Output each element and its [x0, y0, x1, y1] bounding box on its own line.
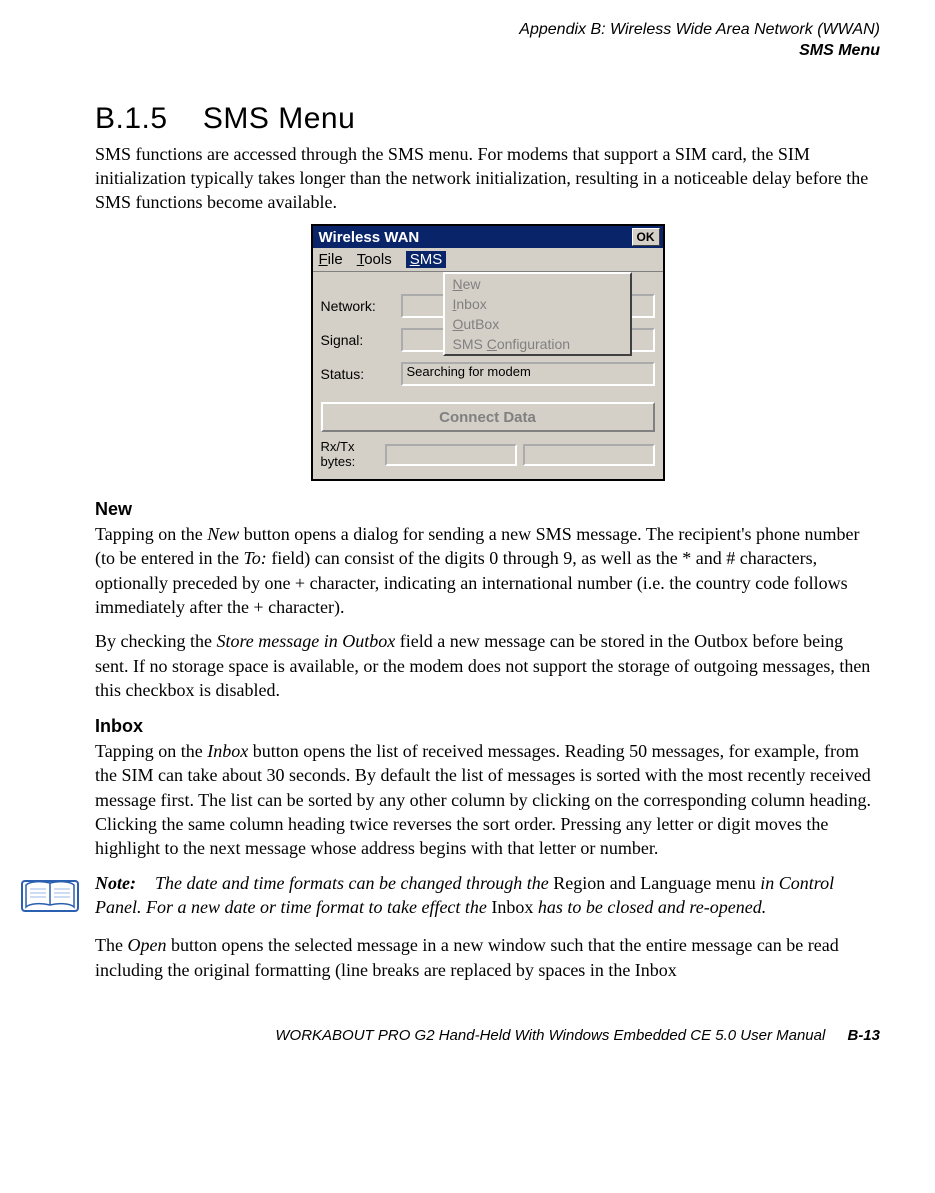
menu-item-new[interactable]: New: [445, 274, 630, 294]
field-rx: [385, 444, 517, 466]
titlebar: Wireless WAN OK: [313, 226, 663, 248]
page-header: Appendix B: Wireless Wide Area Network (…: [95, 20, 880, 62]
section-number: B.1.5: [95, 102, 168, 135]
ok-button[interactable]: OK: [632, 228, 660, 246]
intro-paragraph: SMS functions are accessed through the S…: [95, 142, 880, 215]
menu-tools[interactable]: Tools: [357, 251, 392, 268]
note-text: Note:The date and time formats can be ch…: [95, 871, 880, 920]
header-section: SMS Menu: [95, 41, 880, 62]
note-label: Note:: [95, 871, 155, 895]
new-paragraph-1: Tapping on the New button opens a dialog…: [95, 522, 880, 619]
note-block: Note:The date and time formats can be ch…: [20, 871, 880, 920]
menu-file[interactable]: File: [319, 251, 343, 268]
open-paragraph: The Open button opens the selected messa…: [95, 933, 880, 982]
menu-item-outbox[interactable]: OutBox: [445, 314, 630, 334]
section-heading: B.1.5 SMS Menu: [95, 102, 880, 136]
header-appendix: Appendix B: Wireless Wide Area Network (…: [95, 20, 880, 41]
heading-inbox: Inbox: [95, 716, 880, 737]
page-footer: WORKABOUT PRO G2 Hand-Held With Windows …: [95, 1027, 880, 1044]
label-network: Network:: [321, 298, 401, 314]
footer-page: B-13: [847, 1027, 880, 1044]
menu-sms[interactable]: SMS: [406, 251, 447, 268]
field-status: Searching for modem: [401, 362, 655, 386]
menu-bar: File Tools SMS New Inbox OutBox SMS Conf…: [313, 248, 663, 272]
menu-item-inbox[interactable]: Inbox: [445, 294, 630, 314]
label-rxtx: Rx/Tx bytes:: [321, 440, 385, 469]
inbox-paragraph: Tapping on the Inbox button opens the li…: [95, 739, 880, 860]
menu-item-sms-config[interactable]: SMS Configuration: [445, 334, 630, 354]
section-title: SMS Menu: [203, 102, 355, 135]
heading-new: New: [95, 499, 880, 520]
window-title: Wireless WAN: [319, 229, 420, 246]
wireless-wan-window: Wireless WAN OK File Tools SMS New Inbox…: [311, 224, 665, 481]
label-status: Status:: [321, 366, 401, 382]
sms-dropdown: New Inbox OutBox SMS Configuration: [443, 272, 632, 356]
book-icon: [20, 875, 80, 915]
field-tx: [523, 444, 655, 466]
footer-text: WORKABOUT PRO G2 Hand-Held With Windows …: [275, 1027, 825, 1044]
connect-data-button[interactable]: Connect Data: [321, 402, 655, 432]
figure-wrapper: Wireless WAN OK File Tools SMS New Inbox…: [95, 224, 880, 481]
new-paragraph-2: By checking the Store message in Outbox …: [95, 629, 880, 702]
label-signal: Signal:: [321, 332, 401, 348]
